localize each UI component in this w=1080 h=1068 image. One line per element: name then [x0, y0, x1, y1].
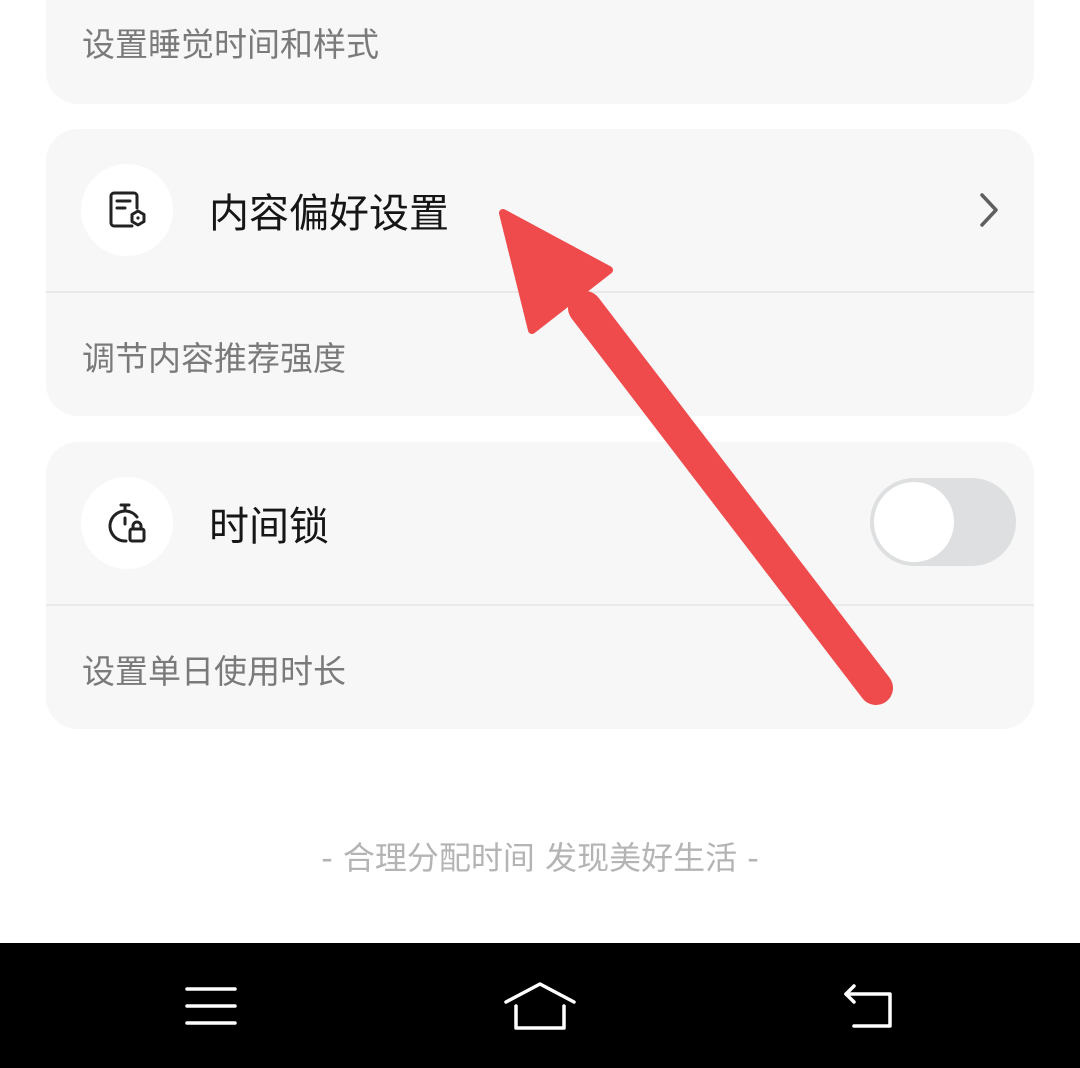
home-icon [504, 982, 576, 1030]
content-preference-subtitle: 调节内容推荐强度 [82, 339, 346, 378]
sleep-settings-card[interactable]: 设置睡觉时间和样式 [46, 0, 1034, 104]
time-lock-row: 时间锁 [46, 442, 1034, 606]
time-lock-toggle[interactable] [870, 478, 1016, 566]
menu-button[interactable] [161, 973, 261, 1039]
chevron-right-icon [980, 193, 998, 227]
home-button[interactable] [490, 973, 590, 1039]
stopwatch-lock-icon [81, 477, 173, 569]
footer-slogan: - 合理分配时间 发现美好生活 - [321, 839, 759, 877]
content-preference-row[interactable]: 内容偏好设置 [46, 129, 1034, 293]
time-lock-subtitle: 设置单日使用时长 [82, 652, 346, 691]
content-preference-card: 内容偏好设置 调节内容推荐强度 [46, 129, 1034, 416]
sleep-settings-subtitle: 设置睡觉时间和样式 [82, 25, 379, 64]
document-settings-icon [81, 164, 173, 256]
navigation-bar [0, 943, 1080, 1068]
back-icon [844, 984, 892, 1028]
toggle-knob [874, 482, 954, 562]
time-lock-title: 时间锁 [209, 504, 329, 550]
content-preference-title: 内容偏好设置 [209, 191, 449, 237]
menu-icon [185, 987, 237, 1025]
time-lock-card: 时间锁 设置单日使用时长 [46, 442, 1034, 729]
back-button[interactable] [818, 973, 918, 1039]
